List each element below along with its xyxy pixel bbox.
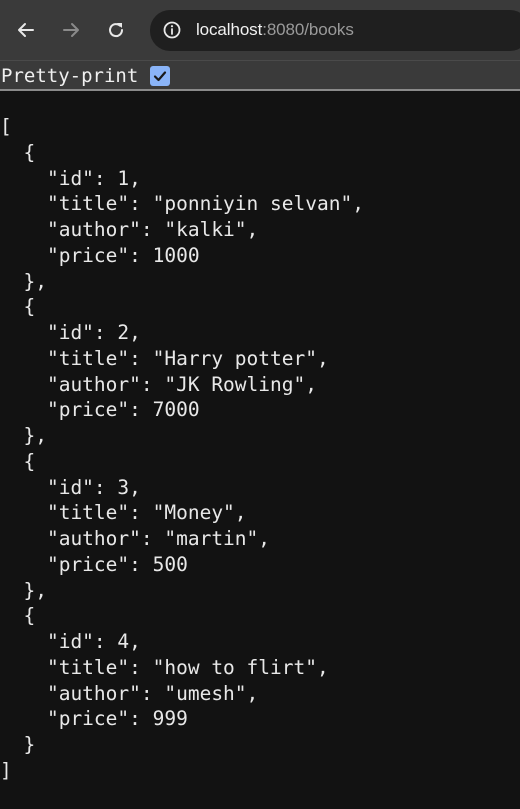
json-line: { bbox=[0, 604, 36, 628]
json-line: "id": 2, bbox=[0, 321, 141, 344]
json-line: }, bbox=[0, 578, 47, 602]
reload-button[interactable] bbox=[100, 14, 132, 46]
site-info-icon bbox=[163, 21, 181, 39]
json-line: { bbox=[0, 449, 36, 473]
json-line: "author": "martin", bbox=[0, 527, 271, 550]
url-text[interactable]: localhost:8080/books bbox=[196, 20, 354, 40]
json-line: }, bbox=[0, 424, 47, 447]
url-host: localhost bbox=[196, 20, 263, 39]
json-line: "author": "JK Rowling", bbox=[0, 372, 317, 396]
json-line: "title": "Money", bbox=[0, 501, 247, 525]
json-line: }, bbox=[0, 269, 47, 293]
json-line: } bbox=[0, 733, 36, 756]
pretty-print-checkbox[interactable] bbox=[150, 66, 170, 86]
json-line: "price": 7000 bbox=[0, 398, 200, 422]
arrow-right-icon bbox=[63, 23, 79, 37]
json-line: [ bbox=[0, 115, 12, 138]
json-content: [ { "id": 1, "title": "ponniyin selvan",… bbox=[0, 114, 520, 784]
json-line: ] bbox=[0, 758, 12, 782]
json-line: { bbox=[0, 295, 36, 319]
json-line: "title": "Harry potter", bbox=[0, 346, 329, 370]
url-path: :8080/books bbox=[262, 20, 354, 39]
reload-icon bbox=[109, 23, 124, 38]
json-line: "id": 3, bbox=[0, 475, 141, 499]
json-line: { bbox=[0, 140, 36, 164]
json-line: "price": 999 bbox=[0, 707, 188, 731]
back-button[interactable] bbox=[10, 14, 42, 46]
checkmark-icon bbox=[153, 71, 167, 82]
browser-toolbar: localhost:8080/books bbox=[0, 0, 520, 60]
site-info-button[interactable] bbox=[158, 16, 186, 44]
arrow-left-icon bbox=[18, 23, 34, 37]
json-line: "author": "umesh", bbox=[0, 681, 259, 705]
json-line: "title": "how to flirt", bbox=[0, 655, 329, 679]
json-line: "id": 1, bbox=[0, 166, 141, 190]
pretty-print-bar: Pretty-print bbox=[0, 60, 520, 91]
json-line: "title": "ponniyin selvan", bbox=[0, 192, 364, 216]
pretty-print-label: Pretty-print bbox=[1, 65, 139, 87]
forward-button[interactable] bbox=[55, 14, 87, 46]
address-bar[interactable]: localhost:8080/books bbox=[150, 10, 520, 51]
json-line: "author": "kalki", bbox=[0, 218, 259, 241]
json-line: "price": 1000 bbox=[0, 243, 200, 267]
json-line: "id": 4, bbox=[0, 630, 141, 653]
json-line: "price": 500 bbox=[0, 552, 188, 576]
